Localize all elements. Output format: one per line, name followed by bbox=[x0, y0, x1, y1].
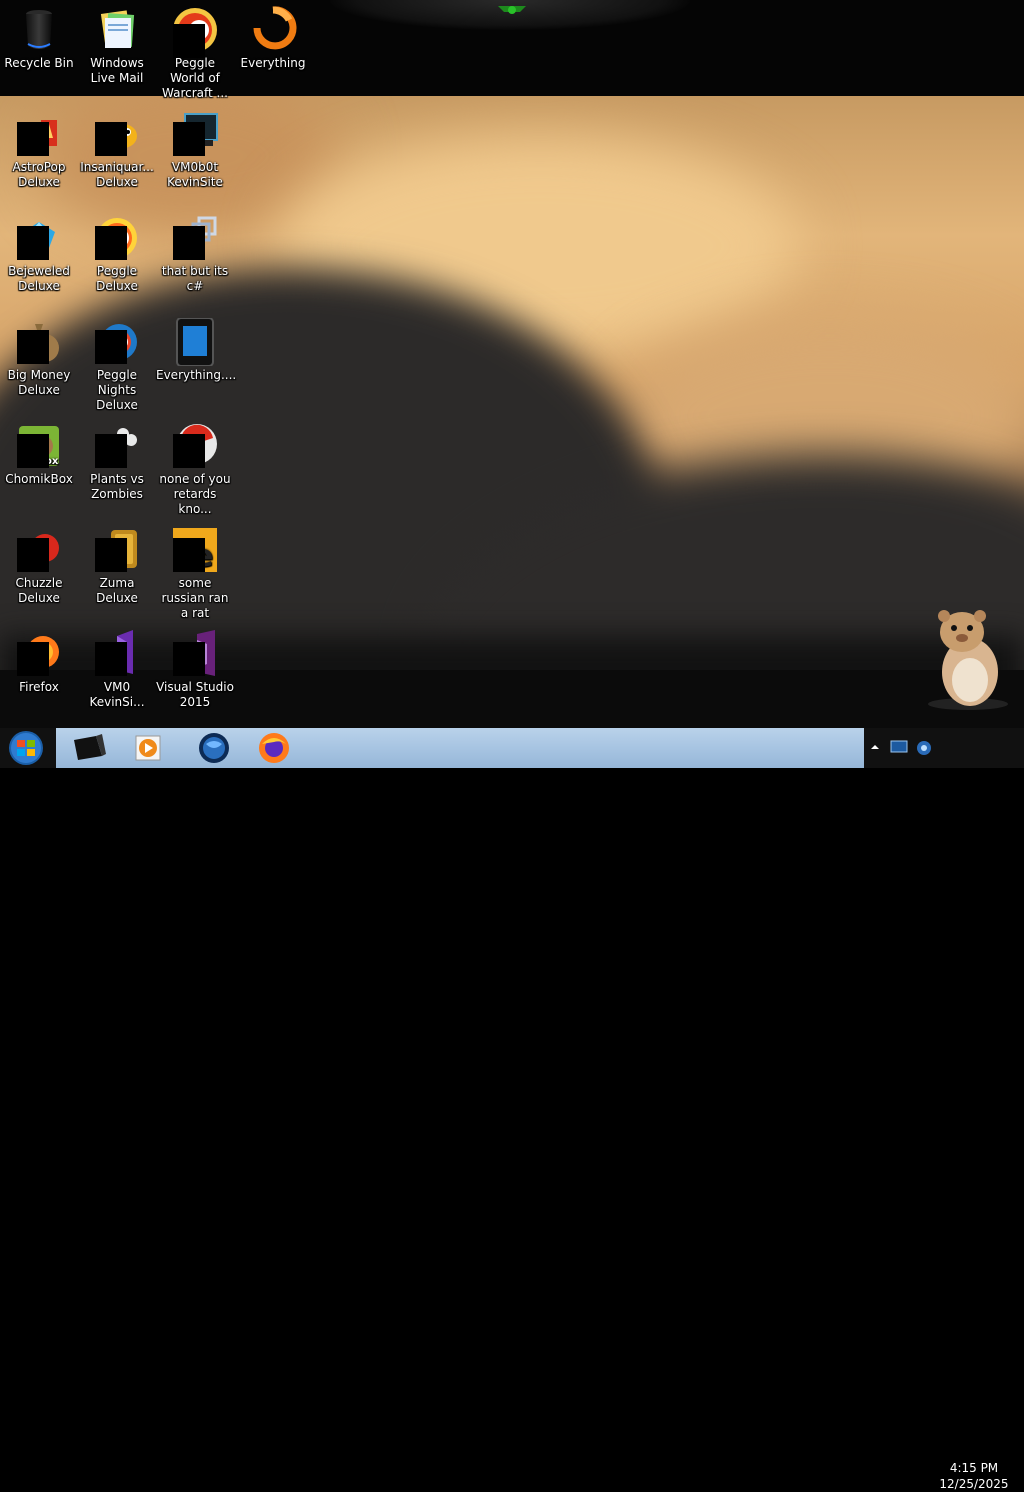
desktop-icon-label: Firefox bbox=[19, 680, 59, 694]
desktop-icon-label: VM0b0t KevinSite bbox=[167, 160, 223, 189]
system-tray bbox=[864, 728, 1024, 768]
desktop-icon-bejeweled[interactable]: Bejeweled Deluxe bbox=[0, 214, 78, 294]
redaction bbox=[17, 122, 49, 156]
desktop-icon-peggle-wow[interactable]: Peggle World of Warcraft ... bbox=[156, 6, 234, 101]
desktop-icon-astropop[interactable]: AstroPop Deluxe bbox=[0, 110, 78, 190]
desktop-icon-vm0-kevinsite[interactable]: VM0 KevinSi... bbox=[78, 630, 156, 710]
desktop-icon-visual-studio-2015[interactable]: Visual Studio 2015 bbox=[156, 630, 234, 710]
redaction bbox=[95, 122, 127, 156]
redaction bbox=[95, 642, 127, 676]
redaction bbox=[95, 226, 127, 260]
desktop-icon-insaniquarium[interactable]: Insaniquar... Deluxe bbox=[78, 110, 156, 190]
desktop-icon-some-russian[interactable]: e some russian ran a rat bbox=[156, 526, 234, 621]
desktop-icon-peggle-nights[interactable]: Peggle Nights Deluxe bbox=[78, 318, 156, 413]
desktop-icon-label: Visual Studio 2015 bbox=[156, 680, 234, 709]
desktop-icon-label: that but its c# bbox=[161, 264, 229, 293]
clock-time: 4:15 PM bbox=[949, 1461, 999, 1475]
desktop-icon-plants-vs-zombies[interactable]: Plants vs Zombies bbox=[78, 422, 156, 502]
desktop-icon-label: Windows Live Mail bbox=[90, 56, 144, 85]
desktop-icon-big-money[interactable]: Big Money Deluxe bbox=[0, 318, 78, 398]
desktop-icon-everything[interactable]: Everything bbox=[234, 6, 312, 71]
desktop-icon-chuzzle[interactable]: Chuzzle Deluxe bbox=[0, 526, 78, 606]
desktop-icon-label: Insaniquar... Deluxe bbox=[80, 160, 154, 189]
desktop-icon-label: Everything bbox=[240, 56, 306, 70]
everything-icon bbox=[253, 6, 297, 50]
taskbar-strip bbox=[56, 728, 864, 768]
redaction bbox=[17, 330, 49, 364]
redaction bbox=[17, 434, 49, 468]
desktop-icon-label: Big Money Deluxe bbox=[7, 368, 71, 397]
desktop-icon-label: VM0 KevinSi... bbox=[89, 680, 145, 709]
desktop-icon-that-but-its-csharp[interactable]: that but its c# bbox=[156, 214, 234, 294]
redaction bbox=[17, 226, 49, 260]
redaction bbox=[173, 226, 205, 260]
tablet-icon bbox=[176, 318, 214, 366]
desktop-icon-label: Everything.... bbox=[156, 368, 237, 382]
clock-date: 12/25/2025 bbox=[939, 1477, 1009, 1491]
network-icon[interactable] bbox=[890, 740, 908, 754]
mail-icon bbox=[100, 10, 135, 48]
monitor-black-icon[interactable] bbox=[66, 730, 110, 766]
desktop-icon-peggle-deluxe[interactable]: Peggle Deluxe bbox=[78, 214, 156, 294]
desktop-icon-label: none of you retards kno... bbox=[159, 472, 231, 516]
desktop-icon-recycle-bin[interactable]: Recycle Bin bbox=[0, 6, 78, 71]
redaction bbox=[95, 538, 127, 572]
globe-icon[interactable] bbox=[192, 730, 236, 766]
desktop-icon-windows-live-mail[interactable]: Windows Live Mail bbox=[78, 6, 156, 86]
redaction bbox=[173, 122, 205, 156]
desktop-icon-everything-dots[interactable]: Everything.... bbox=[156, 318, 237, 383]
desktop-icon-vm0b0t-kevinsite[interactable]: VM0b0t KevinSite bbox=[156, 110, 234, 190]
desktop-icon-label: some russian ran a rat bbox=[161, 576, 229, 620]
recycle-bin-icon bbox=[26, 10, 52, 49]
redaction bbox=[95, 330, 127, 364]
desktop-icon-firefox[interactable]: Firefox bbox=[0, 630, 78, 695]
firefox-icon[interactable] bbox=[252, 730, 296, 766]
redaction bbox=[173, 538, 205, 572]
desktop-icon-zuma[interactable]: Zuma Deluxe bbox=[78, 526, 156, 606]
start-orb-icon[interactable] bbox=[6, 729, 46, 767]
desktop-icon-label: Plants vs Zombies bbox=[90, 472, 144, 501]
desktop-icon-label: AstroPop Deluxe bbox=[12, 160, 66, 189]
top-indicator-icon bbox=[498, 6, 526, 14]
redaction bbox=[17, 642, 49, 676]
taskbar: 4:15 PM 12/25/2025 bbox=[0, 728, 1024, 1491]
clock[interactable]: 4:15 PM 12/25/2025 bbox=[930, 1460, 1018, 1492]
redaction bbox=[173, 642, 205, 676]
desktop-icon-chomikbox[interactable]: ox ChomikBox bbox=[0, 422, 78, 487]
desktop-icon-label: Peggle Deluxe bbox=[96, 264, 138, 293]
desktop-icon-none-of-you[interactable]: none of you retards kno... bbox=[156, 422, 234, 517]
redaction bbox=[173, 434, 205, 468]
desktop-icon-label: Peggle World of Warcraft ... bbox=[162, 56, 228, 100]
desktop-icon-label: Zuma Deluxe bbox=[96, 576, 138, 605]
desktop-icon-label: Bejeweled Deluxe bbox=[8, 264, 70, 293]
desktop: Recycle Bin AstroPop Deluxe Bejeweled De… bbox=[0, 0, 1024, 728]
desktop-icon-label: ChomikBox bbox=[5, 472, 73, 486]
desktop-icon-label: Peggle Nights Deluxe bbox=[96, 368, 138, 412]
desktop-icon-label: Chuzzle Deluxe bbox=[15, 576, 63, 605]
chevron-up-icon[interactable] bbox=[870, 742, 880, 752]
media-player-icon[interactable] bbox=[126, 730, 170, 766]
redaction bbox=[173, 24, 205, 58]
volume-icon[interactable] bbox=[916, 740, 932, 756]
hamster-gadget-icon[interactable] bbox=[918, 602, 1014, 712]
desktop-icon-label: Recycle Bin bbox=[4, 56, 74, 70]
redaction bbox=[95, 434, 127, 468]
redaction bbox=[17, 538, 49, 572]
